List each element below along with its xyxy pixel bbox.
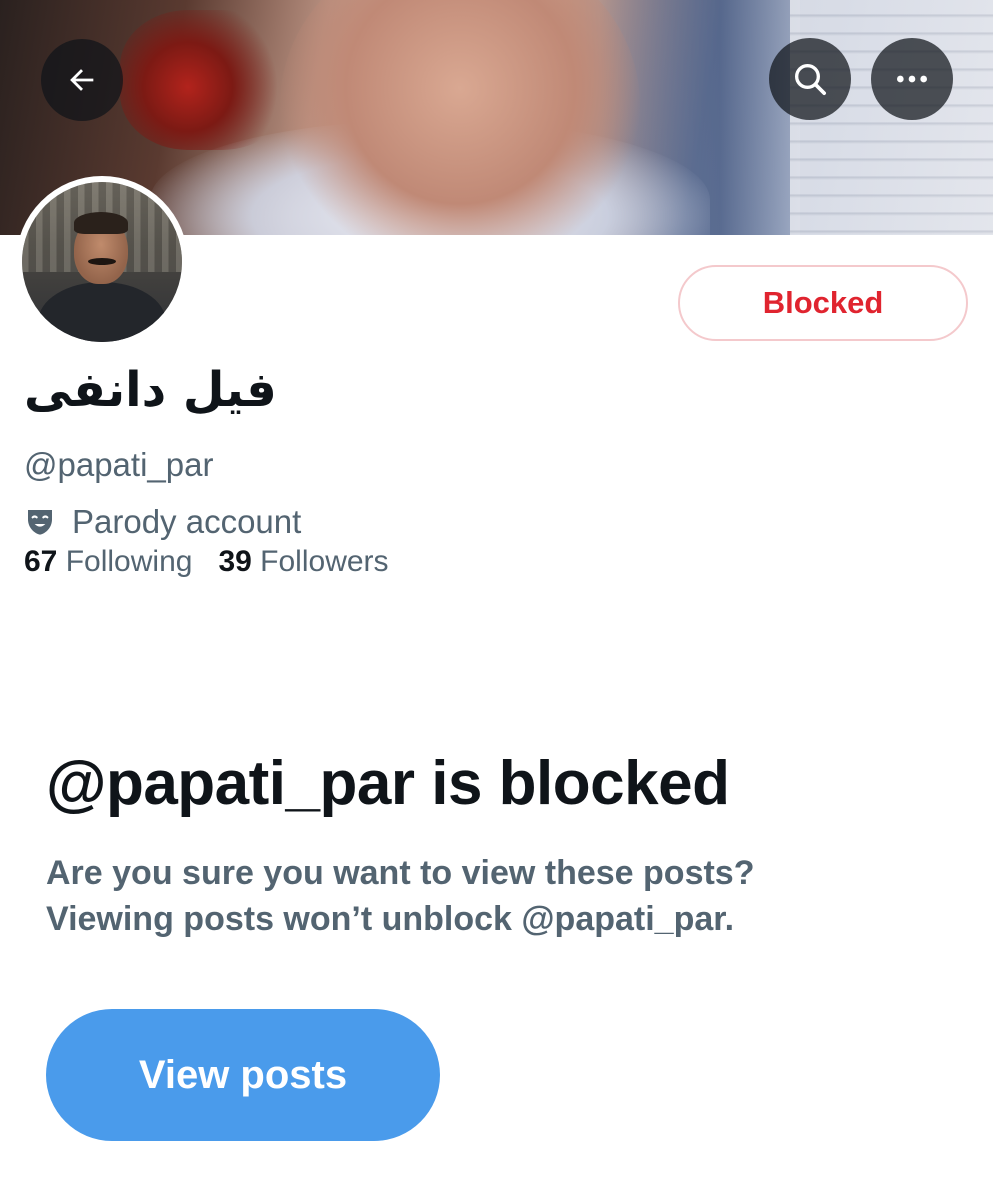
followers-link[interactable]: 39 Followers: [218, 545, 388, 579]
banner-photo-detail: [280, 0, 640, 235]
profile-avatar[interactable]: [16, 176, 188, 348]
following-label: Following: [65, 545, 193, 578]
search-icon: [795, 64, 826, 95]
followers-count: 39: [218, 545, 252, 578]
blocked-button[interactable]: Blocked: [678, 265, 968, 341]
following-link[interactable]: 67 Following: [24, 545, 192, 579]
avatar-image: [22, 182, 182, 342]
parody-mask-icon: [28, 510, 52, 535]
search-button[interactable]: [769, 38, 851, 120]
banner-photo-detail: [120, 10, 290, 150]
blocked-description-line-2: Viewing posts won’t unblock @papati_par.: [46, 900, 735, 938]
blocked-title: @papati_par is blocked: [46, 749, 730, 818]
blocked-description-line-1: Are you sure you want to view these post…: [46, 854, 755, 892]
display-name: فیل دانفی: [24, 362, 277, 418]
more-options-button[interactable]: [871, 38, 953, 120]
arrow-left-icon: [70, 69, 94, 91]
profile-handle: @papati_par: [24, 446, 214, 483]
blocked-description: Are you sure you want to view these post…: [46, 850, 926, 942]
ellipsis-icon: [897, 75, 927, 83]
followers-label: Followers: [260, 545, 389, 578]
following-count: 67: [24, 545, 58, 578]
view-posts-button[interactable]: View posts: [46, 1009, 440, 1141]
back-button[interactable]: [41, 39, 123, 121]
follow-stats: 67 Following 39 Followers: [24, 545, 389, 579]
parody-label-text: Parody account: [72, 503, 302, 540]
parody-label: Parody account: [24, 503, 301, 541]
